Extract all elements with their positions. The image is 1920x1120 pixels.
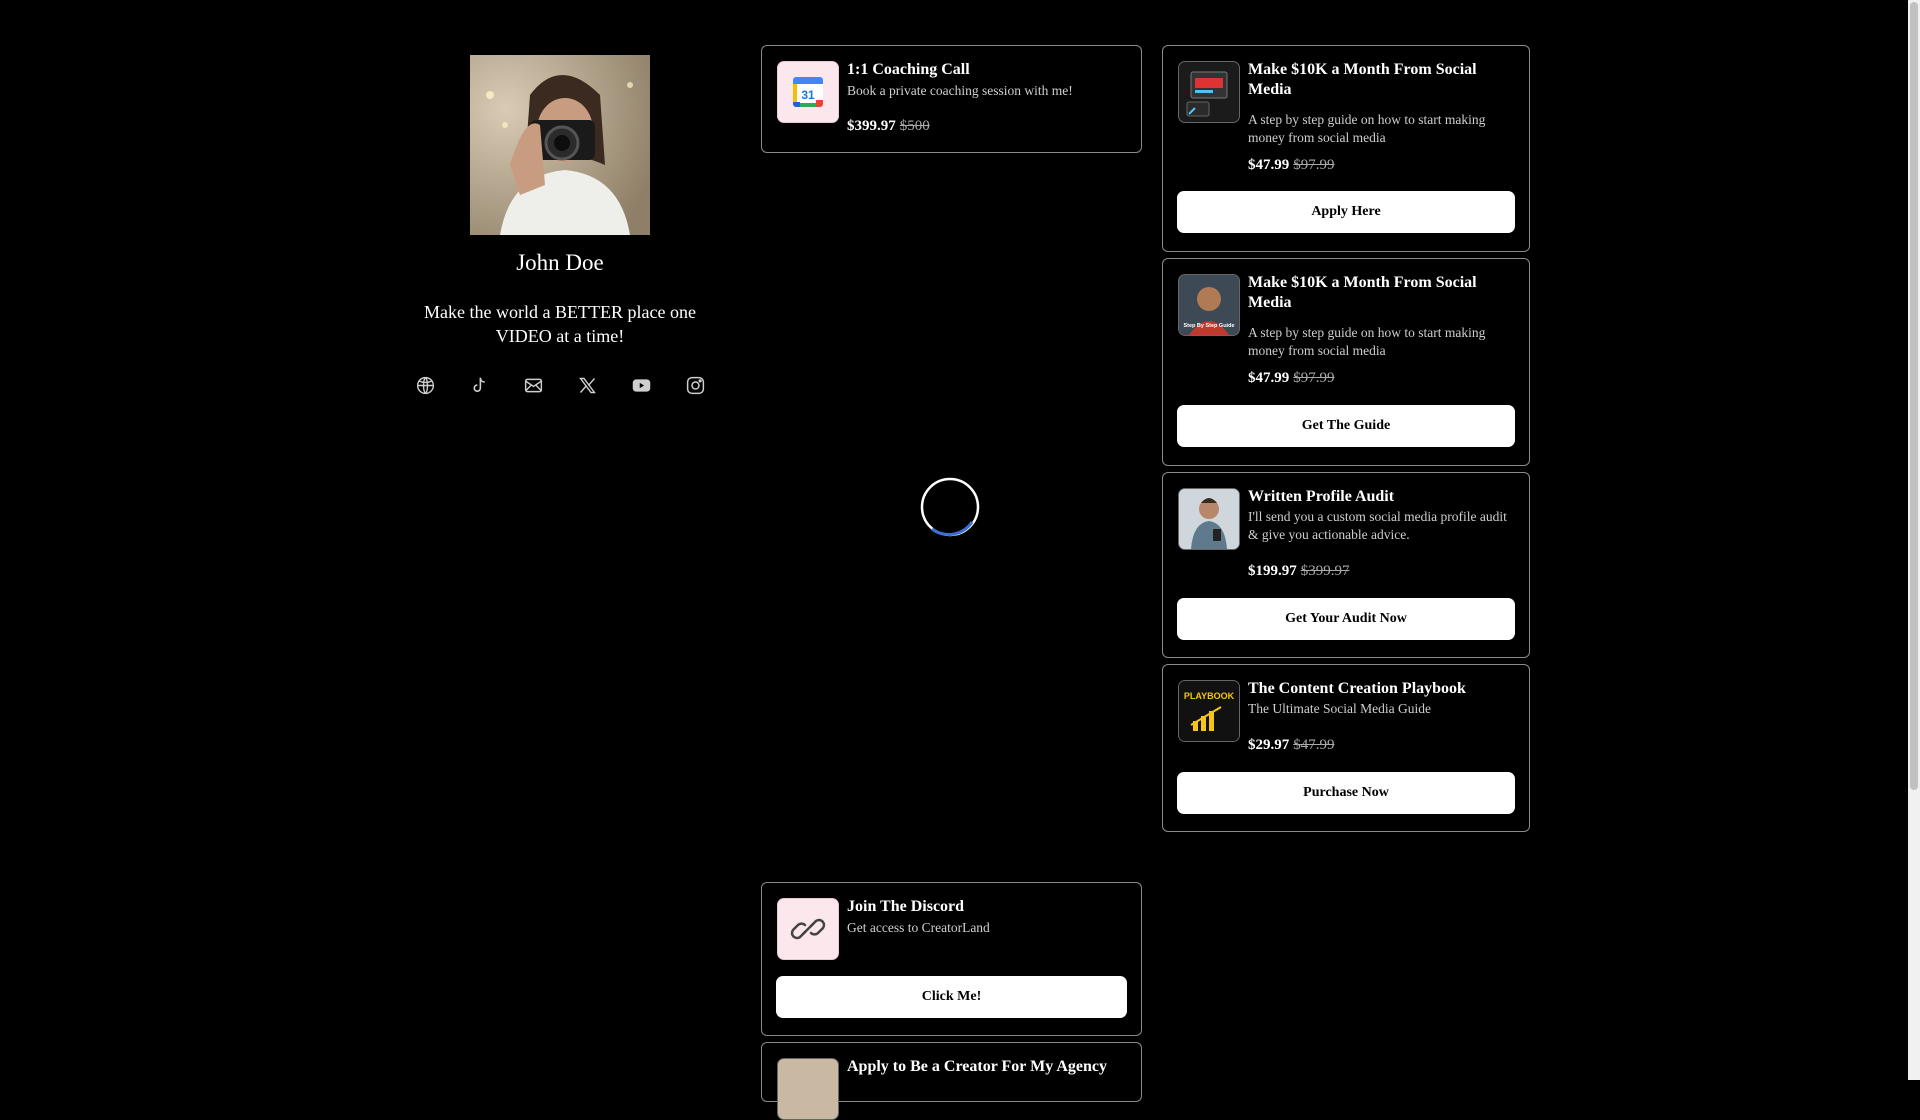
youtube-icon[interactable] [626, 370, 656, 400]
current-price: $47.99 [1248, 370, 1290, 386]
thumbnail-text: PLAYBOOK [1184, 691, 1235, 701]
card-description: I'll send you a custom social media prof… [1248, 509, 1507, 542]
product-card-3[interactable]: Written Profile Audit I'll send you a cu… [1162, 472, 1530, 658]
get-your-audit-now-button[interactable]: Get Your Audit Now [1177, 598, 1515, 640]
old-price: $97.99 [1293, 370, 1335, 386]
old-price: $47.99 [1293, 737, 1335, 753]
card-title: Join The Discord [847, 898, 965, 915]
price: $47.99 $97.99 [1248, 370, 1335, 387]
product-card-2[interactable]: Step By Step Guide Make $10K a Month Fro… [1162, 258, 1530, 466]
card-description: A step by step guide on how to start mak… [1248, 325, 1486, 358]
thumbnail [1178, 61, 1240, 123]
thumbnail [777, 898, 839, 960]
price: $399.97 $500 [847, 118, 930, 135]
thumbnail [1178, 488, 1240, 550]
card-description: A step by step guide on how to start mak… [1248, 112, 1486, 145]
person-photo-icon [1179, 489, 1239, 549]
profile-bio: Make the world a BETTER place one VIDEO … [424, 302, 696, 346]
scrollbar-thumb[interactable] [1910, 2, 1918, 790]
current-price: $199.97 [1248, 563, 1297, 579]
discord-card[interactable]: Join The Discord Get access to CreatorLa… [761, 882, 1142, 1036]
price: $47.99 $97.99 [1248, 157, 1335, 174]
old-price: $500 [899, 118, 930, 134]
loading-spinner-icon [920, 477, 980, 537]
product-card-4[interactable]: PLAYBOOK The Content Creation Playbook T… [1162, 664, 1530, 832]
agency-apply-card[interactable]: Apply to Be a Creator For My Agency [761, 1042, 1142, 1120]
price: $29.97 $47.99 [1248, 737, 1335, 754]
instagram-icon[interactable] [680, 370, 710, 400]
avatar [470, 55, 650, 235]
social-links [410, 370, 710, 400]
screens-graphic-icon [1186, 71, 1228, 117]
card-title: Written Profile Audit [1248, 488, 1395, 505]
tiktok-icon[interactable] [464, 370, 494, 400]
card-description: Get access to CreatorLand [847, 920, 990, 935]
card-description: The Ultimate Social Media Guide [1248, 701, 1431, 716]
thumbnail: 31 [777, 61, 839, 123]
price: $199.97 $399.97 [1248, 563, 1350, 580]
email-icon[interactable] [518, 370, 548, 400]
card-title: 1:1 Coaching Call [847, 61, 970, 78]
web-icon[interactable] [410, 370, 440, 400]
old-price: $97.99 [1293, 157, 1335, 173]
profile-name: John Doe [516, 250, 604, 275]
coaching-call-card[interactable]: 31 1:1 Coaching Call Book a private coac… [761, 45, 1142, 153]
click-me-button[interactable]: Click Me! [776, 976, 1127, 1018]
get-the-guide-button[interactable]: Get The Guide [1177, 405, 1515, 447]
guide-cover-icon: Step By Step Guide [1179, 275, 1239, 335]
thumbnail: Step By Step Guide [1178, 274, 1240, 336]
google-calendar-icon: 31 [793, 77, 823, 107]
current-price: $29.97 [1248, 737, 1290, 753]
card-description: Book a private coaching session with me! [847, 83, 1073, 98]
link-icon [790, 918, 826, 940]
old-price: $399.97 [1300, 563, 1350, 579]
current-price: $47.99 [1248, 157, 1290, 173]
thumbnail: PLAYBOOK [1178, 680, 1240, 742]
x-icon[interactable] [572, 370, 602, 400]
product-card-1[interactable]: Make $10K a Month From Social Media A st… [1162, 45, 1530, 252]
card-title: Make $10K a Month From Social Media [1248, 61, 1477, 98]
card-title: Make $10K a Month From Social Media [1248, 274, 1477, 311]
calendar-day: 31 [801, 88, 815, 102]
playbook-cover-icon: PLAYBOOK [1179, 681, 1239, 741]
thumbnail [777, 1058, 839, 1120]
thumbnail-text: Step By Step Guide [1183, 323, 1234, 329]
current-price: $399.97 [847, 118, 896, 134]
apply-here-button[interactable]: Apply Here [1177, 191, 1515, 233]
card-title: Apply to Be a Creator For My Agency [847, 1058, 1107, 1075]
card-title: The Content Creation Playbook [1248, 680, 1466, 697]
purchase-now-button[interactable]: Purchase Now [1177, 772, 1515, 814]
